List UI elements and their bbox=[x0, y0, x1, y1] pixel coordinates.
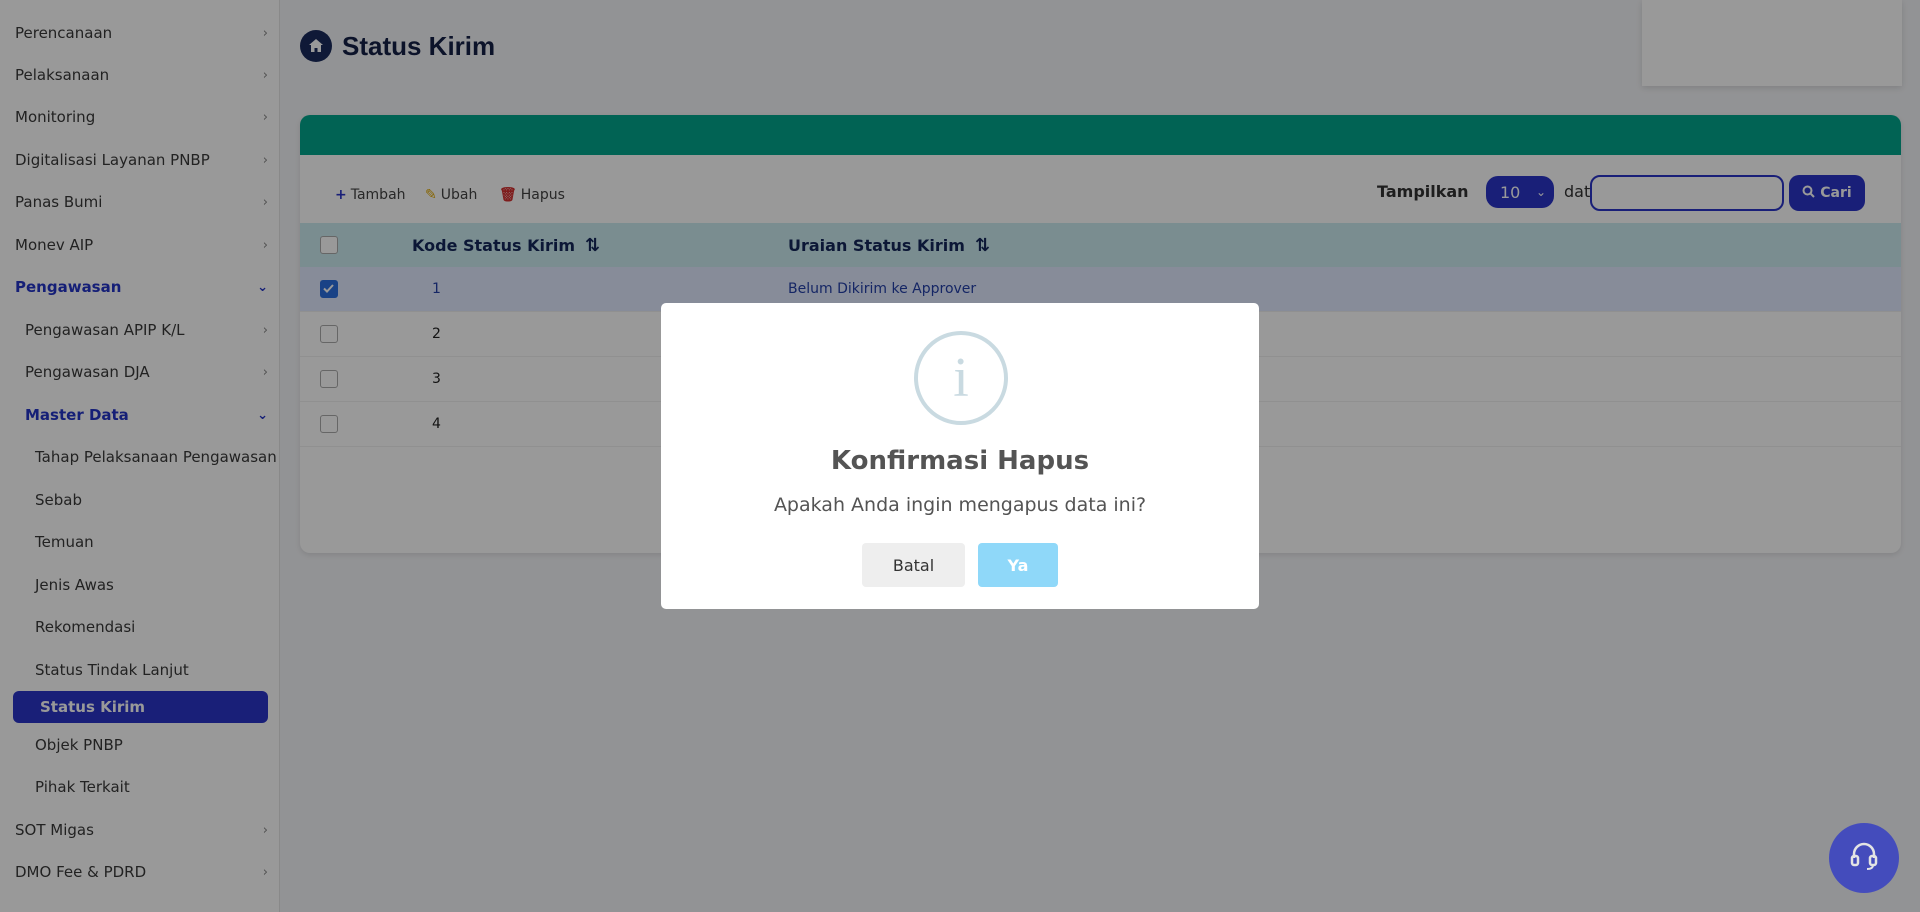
help-button[interactable] bbox=[1829, 823, 1899, 893]
dialog-title: Konfirmasi Hapus bbox=[830, 446, 1090, 476]
confirm-button[interactable]: Ya bbox=[978, 543, 1058, 587]
confirm-delete-dialog: i Konfirmasi Hapus Apakah Anda ingin men… bbox=[661, 303, 1259, 609]
headset-icon bbox=[1846, 838, 1882, 878]
info-icon: i bbox=[914, 331, 1008, 425]
cancel-button[interactable]: Batal bbox=[862, 543, 965, 587]
dialog-message: Apakah Anda ingin mengapus data ini? bbox=[773, 494, 1147, 516]
